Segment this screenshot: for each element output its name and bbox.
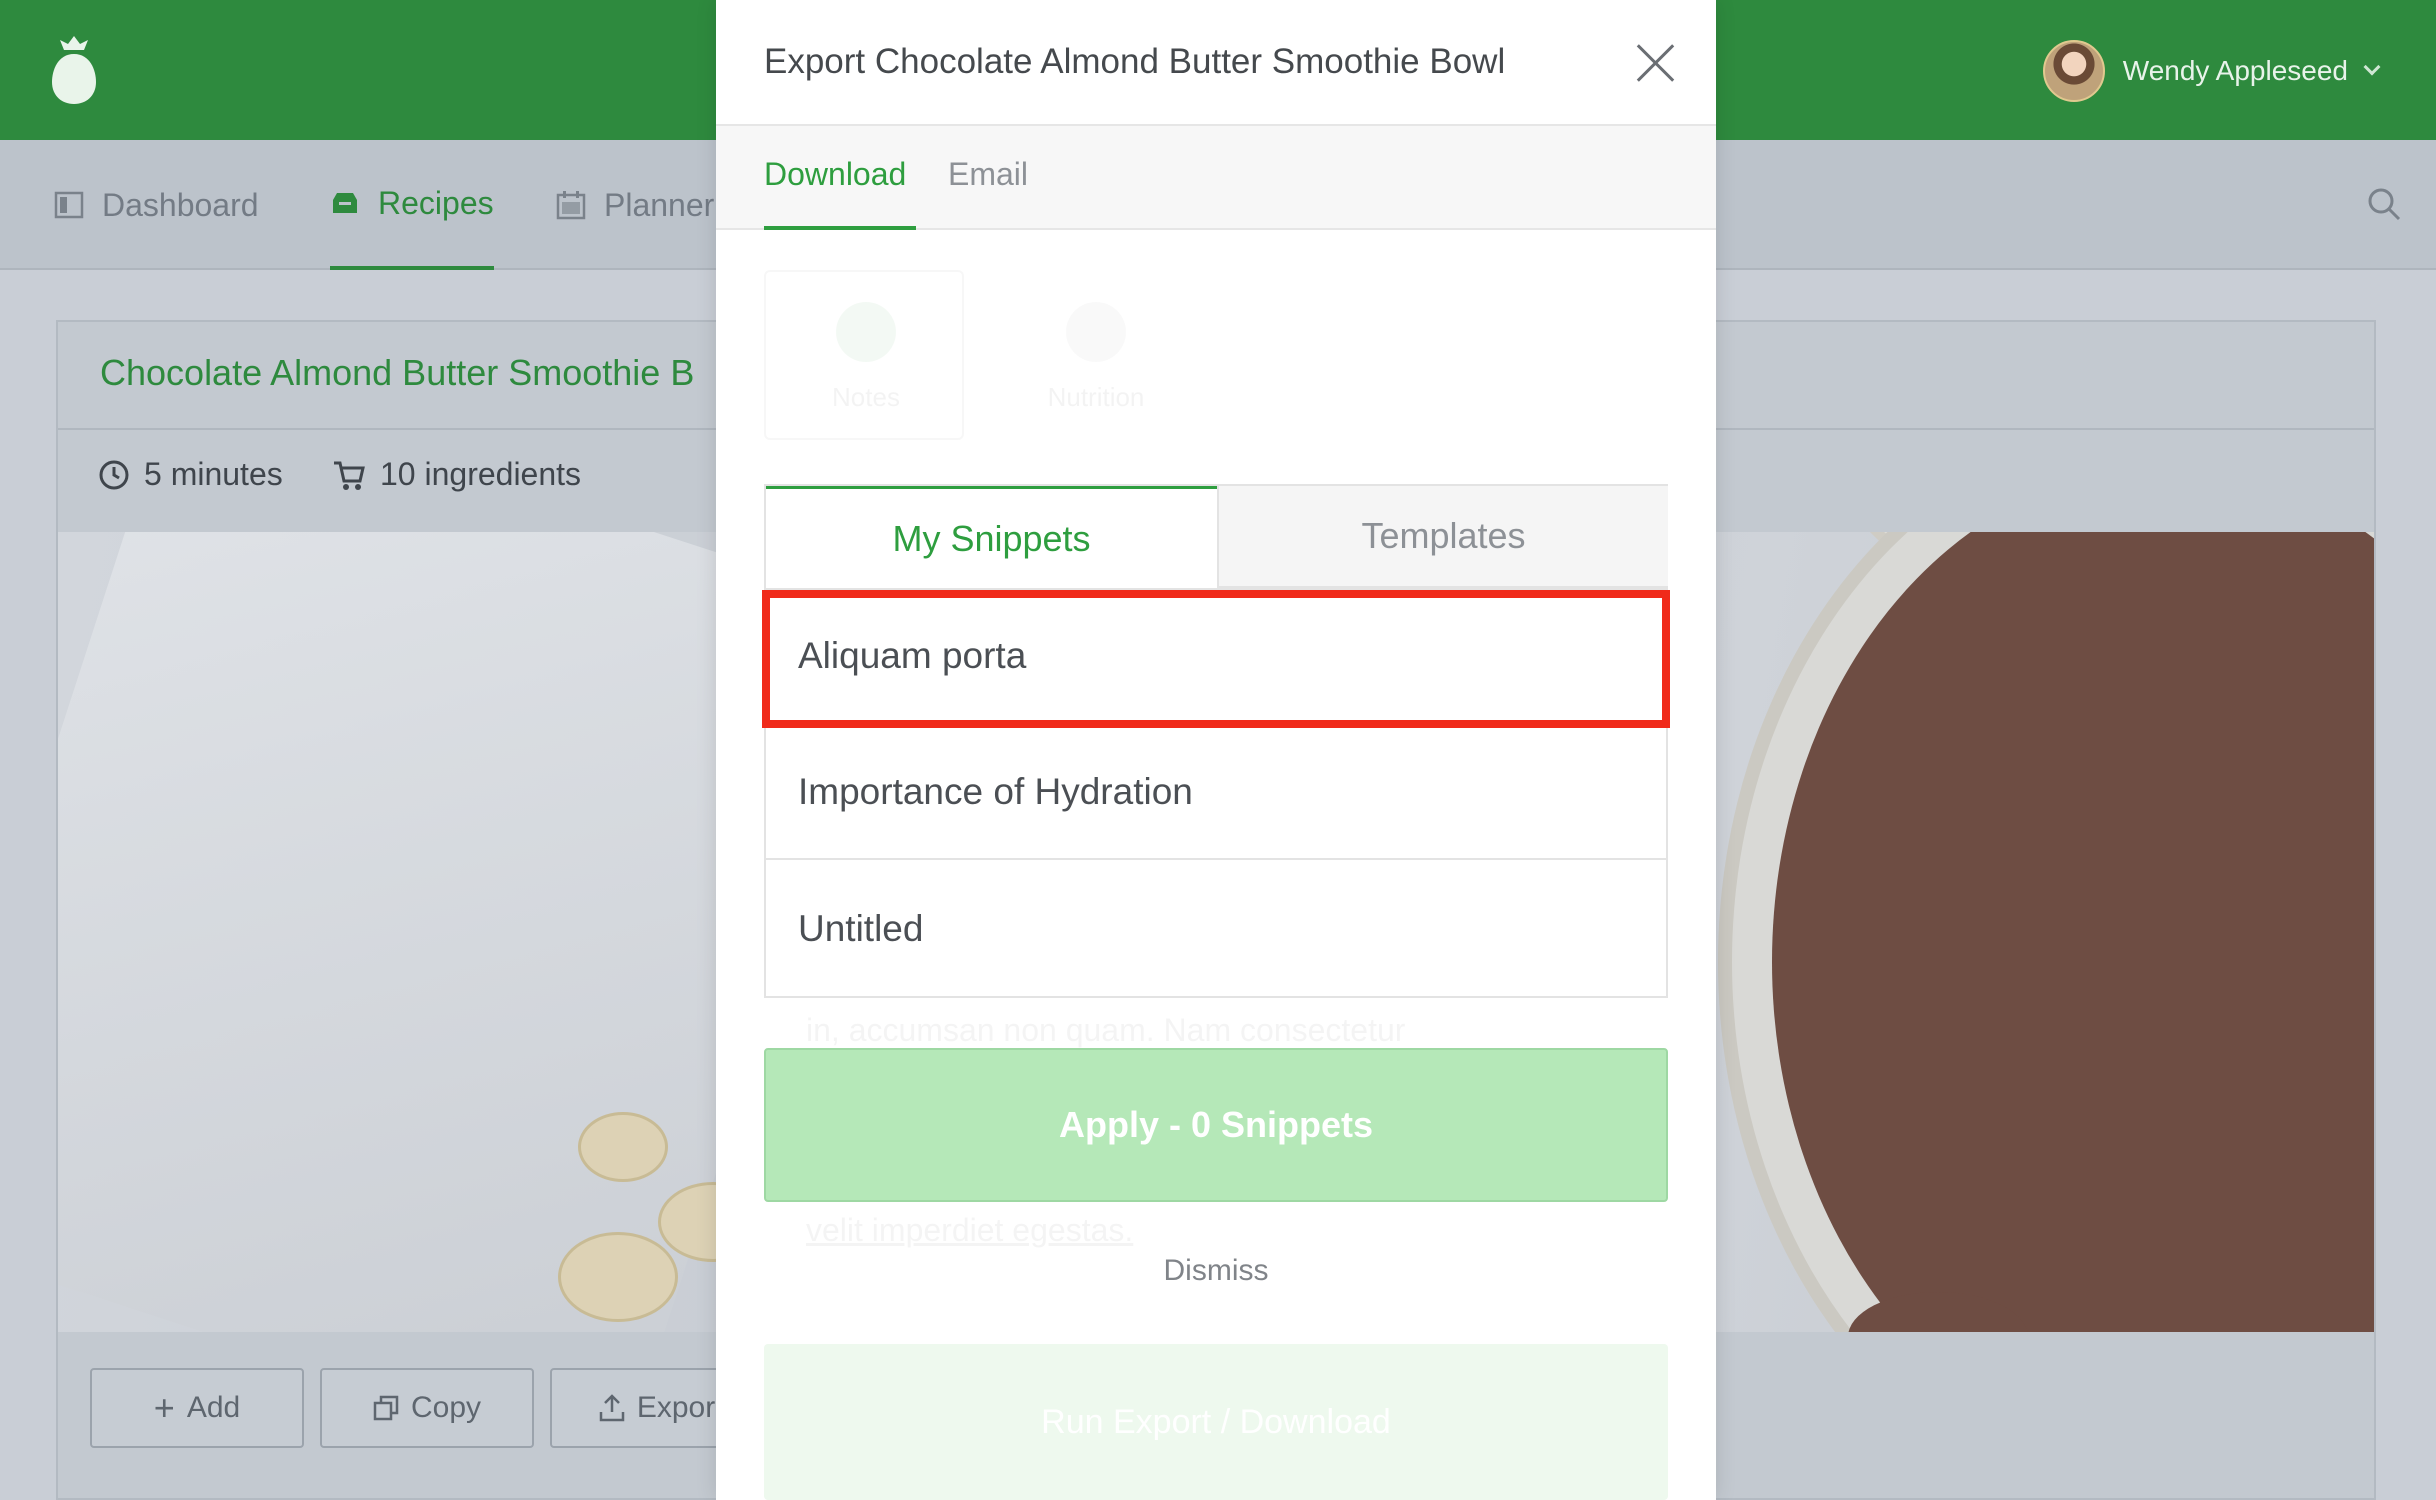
tab-my-snippets[interactable]: My Snippets	[766, 486, 1217, 588]
export-download-button[interactable]: Run Export / Download	[764, 1344, 1668, 1500]
list-item[interactable]: Aliquam porta	[766, 590, 1666, 724]
upload-icon	[599, 1394, 625, 1422]
nutrition-icon	[1066, 302, 1126, 362]
recipe-time-label: 5 minutes	[144, 456, 283, 492]
plus-icon: +	[153, 1387, 175, 1428]
nav-dashboard-label: Dashboard	[102, 186, 259, 223]
tab-download[interactable]: Download	[764, 156, 906, 193]
modal-header: Export Chocolate Almond Butter Smoothie …	[716, 0, 1716, 126]
chevron-down-icon	[2363, 58, 2381, 76]
recipe-ingredients: 10 ingredients	[332, 456, 581, 493]
apply-snippets-button[interactable]: Apply - 0 Snippets	[764, 1048, 1668, 1202]
background-text: in, accumsan non quam. Nam consectetur	[806, 1012, 1406, 1048]
calendar-icon	[556, 191, 586, 220]
photo-banana-slice	[578, 1112, 668, 1182]
background-text: velit imperdiet egestas.	[806, 1212, 1134, 1248]
cart-icon	[334, 461, 365, 490]
nav-dashboard[interactable]: Dashboard	[54, 140, 259, 270]
close-icon[interactable]	[1634, 42, 1676, 84]
recipe-ingredients-label: 10 ingredients	[380, 456, 582, 492]
export-modal: Export Chocolate Almond Butter Smoothie …	[716, 0, 1716, 1500]
clock-icon	[99, 460, 129, 489]
avatar	[2042, 40, 2105, 102]
active-tab-indicator	[764, 226, 916, 230]
tab-email[interactable]: Email	[948, 156, 1028, 193]
recipe-actions: + Add Copy Expor	[90, 1368, 764, 1448]
recipe-title[interactable]: Chocolate Almond Butter Smoothie B	[100, 352, 694, 394]
option-notes[interactable]: Notes	[764, 270, 964, 440]
nav-planner-label: Planner	[604, 186, 715, 223]
list-item[interactable]: Importance of Hydration	[766, 726, 1666, 860]
logo-icon[interactable]	[52, 36, 96, 104]
option-nutrition[interactable]: Nutrition	[994, 270, 1194, 440]
dashboard-icon	[54, 191, 84, 219]
export-options-faded: Notes Nutrition	[764, 270, 1664, 440]
add-button[interactable]: + Add	[90, 1368, 304, 1448]
user-menu[interactable]: Wendy Appleseed	[2042, 38, 2381, 104]
dismiss-link[interactable]: Dismiss	[716, 1254, 1716, 1288]
list-item[interactable]: Untitled	[766, 862, 1666, 996]
search-icon[interactable]	[2366, 186, 2402, 222]
copy-button[interactable]: Copy	[320, 1368, 534, 1448]
user-name: Wendy Appleseed	[2122, 55, 2348, 86]
modal-tabs: Download Email	[716, 126, 1716, 230]
photo-smoothie-bowl	[1718, 532, 2374, 1332]
tab-templates[interactable]: Templates	[1217, 486, 1668, 588]
nav-recipes[interactable]: Recipes	[330, 140, 494, 270]
snippet-list: Aliquam porta Importance of Hydration Un…	[762, 588, 1670, 998]
nav-recipes-label: Recipes	[378, 184, 494, 221]
copy-icon	[373, 1395, 399, 1421]
photo-banana-slice	[558, 1232, 678, 1322]
snippet-tabs: My Snippets Templates	[764, 484, 1668, 588]
modal-title: Export Chocolate Almond Butter Smoothie …	[764, 42, 1506, 81]
nav-planner[interactable]: Planner	[556, 140, 714, 270]
recipe-box-icon	[333, 193, 357, 213]
recipe-time: 5 minutes	[98, 456, 283, 493]
notes-icon	[836, 302, 896, 362]
